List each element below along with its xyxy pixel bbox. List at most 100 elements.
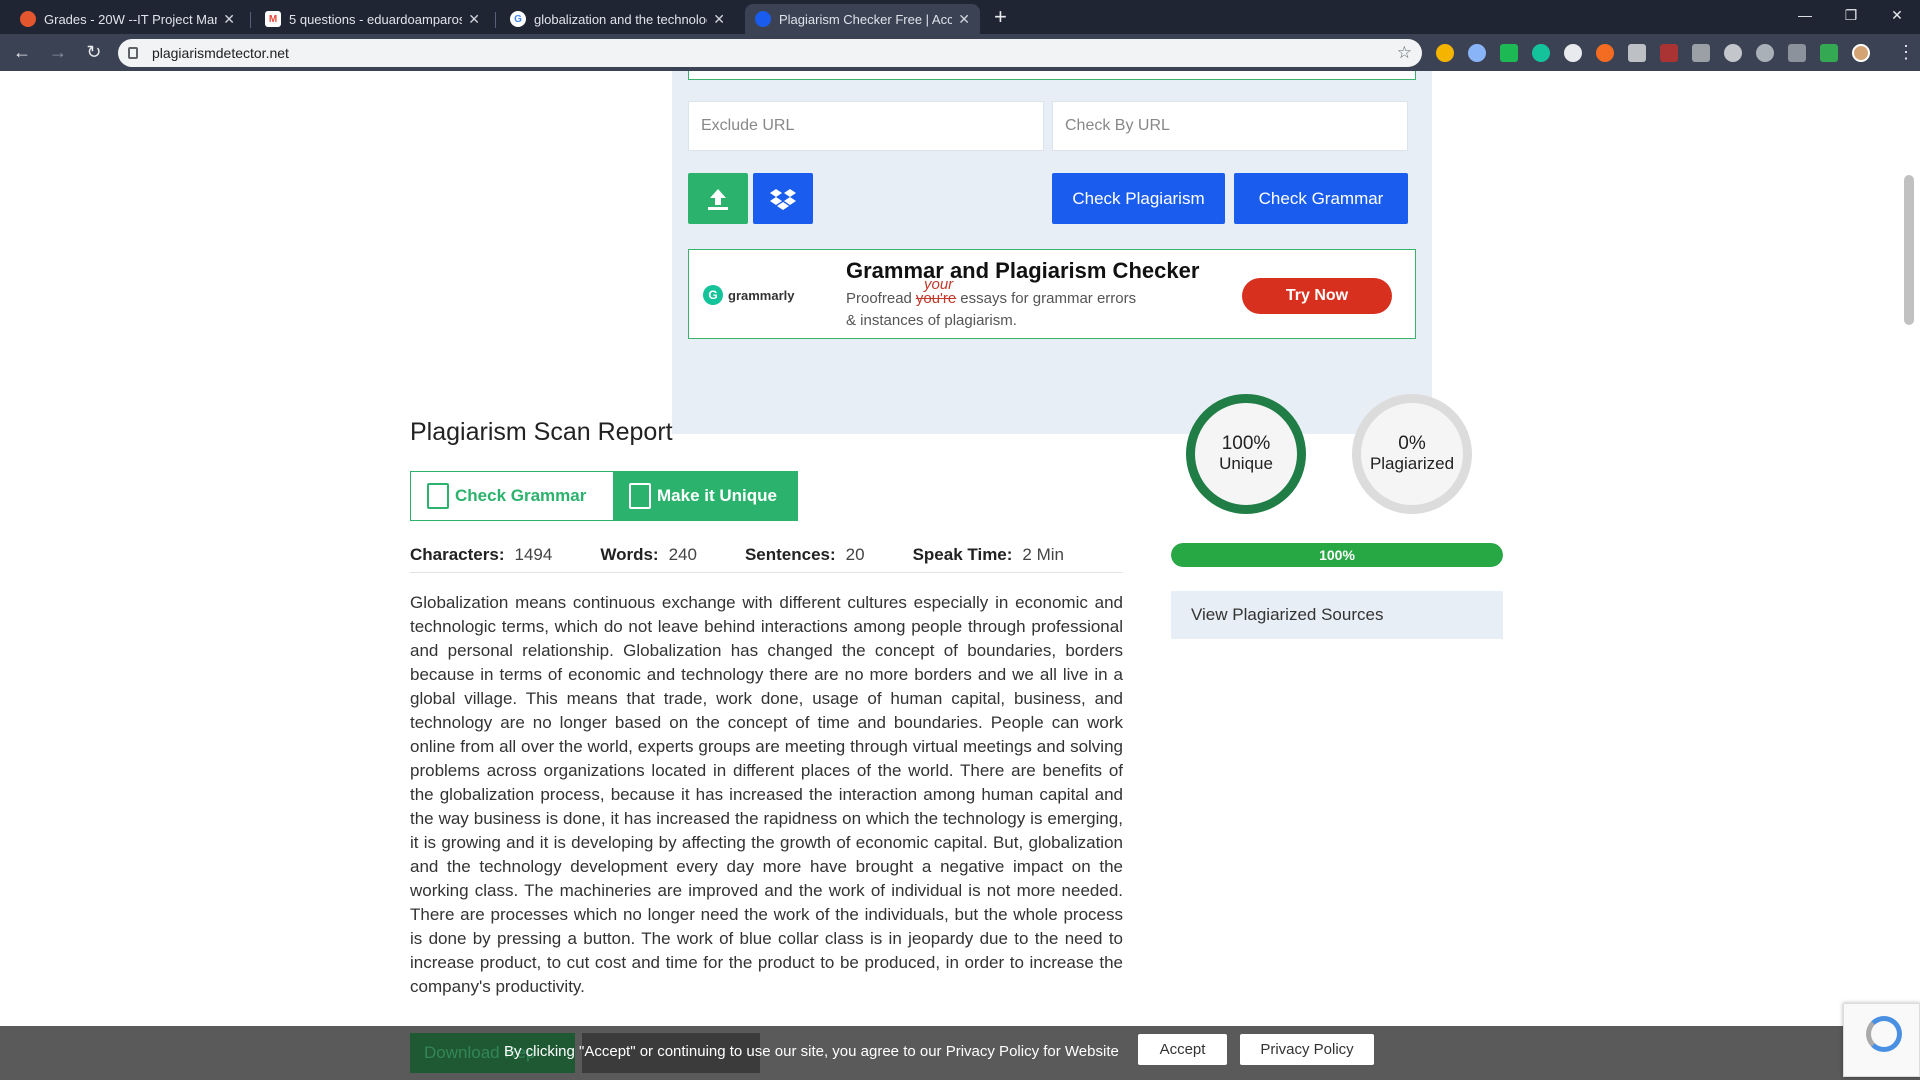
extension-icon[interactable] xyxy=(1692,43,1711,62)
bookmark-star-icon[interactable]: ☆ xyxy=(1397,43,1412,63)
tab-google[interactable]: G globalization and the technology ✕ xyxy=(500,4,735,34)
stat-label: Speak Time: xyxy=(912,545,1013,564)
plagiarism-icon xyxy=(755,11,771,27)
document-search-icon xyxy=(629,483,651,509)
address-bar[interactable]: plagiarismdetector.net ☆ xyxy=(117,38,1423,67)
dropbox-icon xyxy=(770,188,796,210)
button-label: Make it Unique xyxy=(657,486,777,505)
extension-icon[interactable] xyxy=(1596,43,1615,62)
check-plagiarism-button[interactable]: Check Plagiarism xyxy=(1052,173,1225,224)
restore-icon[interactable]: ❐ xyxy=(1828,0,1874,30)
close-tab-icon[interactable]: ✕ xyxy=(468,11,480,28)
tab-title: Plagiarism Checker Free | Accura xyxy=(779,11,953,27)
stat-value: 1494 xyxy=(514,545,553,564)
forward-icon[interactable]: → xyxy=(44,39,72,67)
view-plagiarized-sources-button[interactable]: View Plagiarized Sources xyxy=(1171,591,1503,639)
stat-value: 20 xyxy=(845,545,865,564)
plagiarized-label: Plagiarized xyxy=(1369,454,1455,473)
extension-icon[interactable] xyxy=(1756,43,1775,62)
extension-icon[interactable] xyxy=(1436,43,1455,62)
extension-icon[interactable] xyxy=(1500,43,1519,62)
stat-words: Words: 240 xyxy=(600,545,697,572)
ad-line-2: & instances of plagiarism. xyxy=(846,312,1017,329)
text-stats: Characters: 1494 Words: 240 Sentences: 20 S… xyxy=(410,545,1123,573)
window-controls: — ❐ ✕ xyxy=(1782,0,1920,30)
scrollbar-thumb[interactable] xyxy=(1904,175,1914,325)
check-grammar-button[interactable]: Check Grammar xyxy=(1234,173,1408,224)
page-content: Exclude URL Check By URL Check Plagiaris… xyxy=(0,71,1920,1080)
extension-icon[interactable] xyxy=(1468,43,1487,62)
extension-icon[interactable] xyxy=(1660,43,1679,62)
new-tab-button[interactable]: + xyxy=(994,4,1007,30)
privacy-policy-button[interactable]: Privacy Policy xyxy=(1240,1034,1374,1065)
tab-title: Grades - 20W --IT Project Manag xyxy=(44,11,218,27)
minimize-icon[interactable]: — xyxy=(1782,0,1828,30)
recaptcha-icon xyxy=(1866,1016,1902,1052)
unique-ring: 100% Unique xyxy=(1186,394,1306,514)
extension-icon[interactable] xyxy=(1564,43,1583,62)
extension-icon[interactable] xyxy=(1820,43,1839,62)
ad-line-1: Proofread you're your essays for grammar er… xyxy=(846,276,1137,307)
tab-strip: Grades - 20W --IT Project Manag ✕ M 5 qu… xyxy=(0,0,1920,34)
menu-icon[interactable]: ⋮ xyxy=(1892,39,1920,67)
uniqueness-progress-bar: 100% xyxy=(1171,543,1503,567)
grammarly-ext-icon[interactable] xyxy=(1532,43,1551,62)
stat-label: Words: xyxy=(600,545,659,564)
cookie-text: By clicking "Accept" or continuing to us… xyxy=(504,1043,1119,1060)
report-text: Globalization means continuous exchange … xyxy=(410,593,1123,996)
recaptcha-badge[interactable] xyxy=(1843,1003,1920,1077)
reload-icon[interactable]: ↻ xyxy=(80,39,108,67)
tab-grades[interactable]: Grades - 20W --IT Project Manag ✕ xyxy=(10,4,251,34)
tab-separator xyxy=(250,12,251,28)
report-check-grammar-button[interactable]: Check Grammar xyxy=(411,472,613,520)
exclude-url-input[interactable]: Exclude URL xyxy=(688,101,1044,151)
stat-label: Sentences: xyxy=(744,545,836,564)
tab-gmail[interactable]: M 5 questions - eduardoamparos@ ✕ xyxy=(255,4,496,34)
extension-icon[interactable] xyxy=(1788,43,1807,62)
text-area-bottom[interactable] xyxy=(688,71,1416,80)
canvas-icon xyxy=(20,11,36,27)
ad-text: essays for grammar errors xyxy=(960,290,1137,307)
grammarly-icon: G xyxy=(703,285,723,305)
plagiarized-percent: 0% xyxy=(1398,433,1426,454)
try-now-button[interactable]: Try Now xyxy=(1242,278,1392,314)
extension-icon[interactable] xyxy=(1724,43,1743,62)
upload-icon xyxy=(708,188,728,210)
tab-plagiarism-checker[interactable]: Plagiarism Checker Free | Accura ✕ xyxy=(745,4,980,34)
grammarly-ad[interactable]: G grammarly Grammar and Plagiarism Check… xyxy=(688,249,1416,339)
ad-brand: grammarly xyxy=(728,287,795,303)
extension-icon[interactable] xyxy=(1628,43,1647,62)
ad-headline: Grammar and Plagiarism Checker xyxy=(846,258,1200,283)
close-window-icon[interactable]: ✕ xyxy=(1874,0,1920,30)
accept-button[interactable]: Accept xyxy=(1138,1034,1227,1065)
profile-avatar[interactable] xyxy=(1852,43,1871,62)
tab-separator xyxy=(495,12,496,28)
plagiarized-ring: 0% Plagiarized xyxy=(1352,394,1472,514)
close-tab-icon[interactable]: ✕ xyxy=(958,11,970,28)
button-label: Check Grammar xyxy=(455,486,587,505)
stat-speak-time: Speak Time: 2 Min xyxy=(913,545,1064,572)
make-unique-button[interactable]: Make it Unique xyxy=(613,472,797,520)
dropbox-button[interactable] xyxy=(753,173,813,224)
upload-button[interactable] xyxy=(688,173,748,224)
close-tab-icon[interactable]: ✕ xyxy=(713,11,725,28)
stat-value: 2 Min xyxy=(1022,545,1064,564)
google-icon: G xyxy=(510,11,526,27)
ad-text: Proofread xyxy=(846,290,912,307)
report-actions: Check Grammar Make it Unique xyxy=(410,471,798,521)
progress-label: 100% xyxy=(1319,547,1355,563)
tab-title: globalization and the technology xyxy=(534,11,708,27)
stat-value: 240 xyxy=(668,545,697,564)
back-icon[interactable]: ← xyxy=(8,39,36,67)
browser-toolbar: ← → ↻ plagiarismdetector.net ☆ ⋮ xyxy=(0,34,1920,71)
grammarly-logo: G grammarly xyxy=(703,285,794,305)
check-by-url-input[interactable]: Check By URL xyxy=(1052,101,1408,151)
unique-percent: 100% xyxy=(1221,433,1271,454)
close-tab-icon[interactable]: ✕ xyxy=(223,11,235,28)
unique-label: Unique xyxy=(1219,454,1273,473)
url-text: plagiarismdetector.net xyxy=(151,44,289,61)
gmail-icon: M xyxy=(265,11,281,27)
stat-characters: Characters: 1494 xyxy=(410,545,552,572)
document-check-icon xyxy=(427,483,449,509)
stat-label: Characters: xyxy=(410,545,505,564)
